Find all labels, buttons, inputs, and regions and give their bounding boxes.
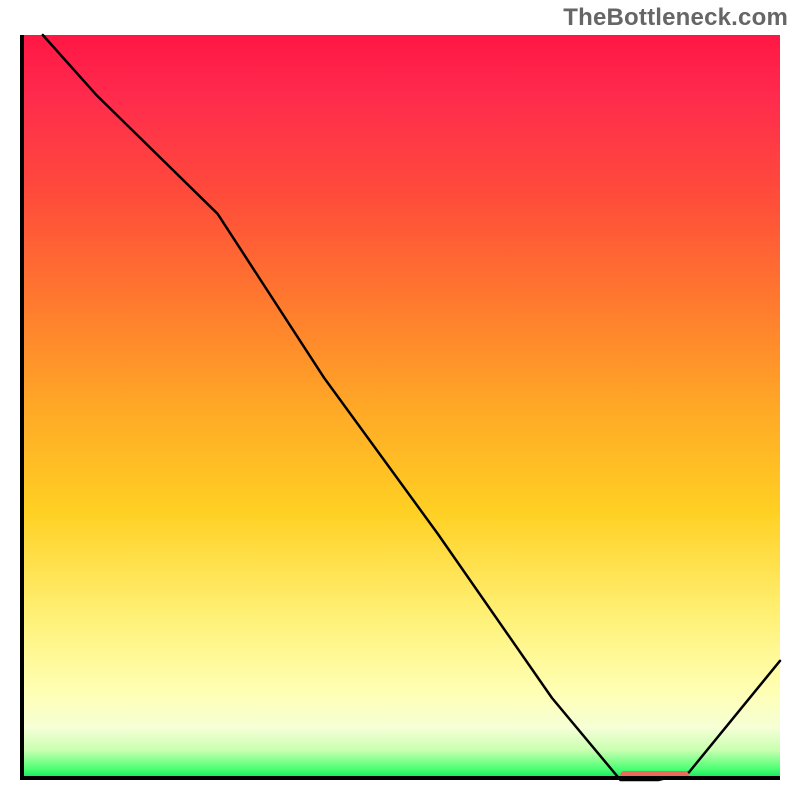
plot-frame [20,35,780,780]
chart-root: TheBottleneck.com [0,0,800,800]
curve-layer [20,35,780,780]
watermark-text: TheBottleneck.com [563,4,788,32]
valley-highlight [620,771,688,780]
bottleneck-curve [43,35,780,780]
